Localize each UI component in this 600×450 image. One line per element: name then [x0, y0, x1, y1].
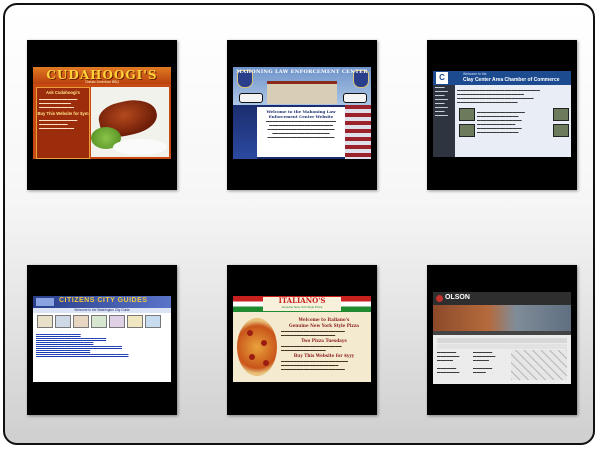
thumbnail-screenshot: ITALIANO'S Genuine New York Style Pizza …: [233, 296, 371, 382]
content-column: ▬▬▬▬▬▬ ▬▬▬▬▬▬▬ ▬▬▬▬▬ ▬▬▬▬▬▬ ▬▬▬▬: [473, 350, 513, 374]
thumbnail-screenshot: MAHONING LAW ENFORCEMENT CENTER Welcome …: [233, 67, 371, 159]
header-welcome: Welcome to the: [463, 72, 487, 76]
pepperoni: [261, 340, 267, 346]
category-icon: [37, 315, 53, 328]
category-icon: [55, 315, 71, 328]
building-photo: [433, 305, 571, 331]
left-stripe: [233, 105, 257, 159]
link-list: ▬▬▬▬▬▬▬▬▬▬▬▬▬▬ ▬▬▬▬▬▬▬▬▬▬▬▬▬▬▬▬▬▬▬▬▬▬ ▬▬▬▬…: [36, 332, 129, 356]
welcome-text: ▬▬▬▬▬▬▬▬▬▬▬▬▬▬▬▬▬▬▬▬▬▬ ▬▬▬▬▬▬▬▬▬▬▬▬▬▬▬▬▬▬…: [265, 119, 337, 139]
site-sidebar: Ask Cudahoogi's ▬▬▬▬▬▬▬▬▬▬▬▬ ▬▬▬▬▬▬▬▬▬▬ ▬▬…: [36, 87, 90, 159]
thumbnail-screenshot: OLSON ▬▬▬▬▬▬ ▬▬▬▬▬▬▬ ▬▬▬▬▬ ▬▬▬▬▬▬ ▬▬▬▬▬▬▬ ▬▬…: [433, 292, 571, 384]
pepperoni: [247, 330, 253, 336]
pepperoni: [249, 354, 255, 360]
police-car-image: [239, 93, 263, 103]
flag-image: [345, 105, 371, 159]
site-logo: ITALIANO'S Genuine New York Style Pizza: [263, 297, 341, 311]
pepperoni: [263, 360, 269, 366]
site-subtitle: Classic American BBQ: [84, 80, 120, 84]
site-title: CITIZENS CITY GUIDES: [59, 297, 148, 304]
site-title: ITALIANO'S: [278, 296, 326, 305]
website-thumbnail-olson[interactable]: OLSON ▬▬▬▬▬▬ ▬▬▬▬▬▬▬ ▬▬▬▬▬ ▬▬▬▬▬▬ ▬▬▬▬▬▬▬ ▬▬…: [427, 265, 577, 415]
website-thumbnail-citizens-city-guides[interactable]: CITIZENS CITY GUIDES Welcome to the Wash…: [27, 265, 177, 415]
thumbnail-screenshot: CITIZENS CITY GUIDES Welcome to the Wash…: [33, 296, 171, 382]
photo-thumb: [459, 124, 475, 137]
content-panel: Welcome to the Mahoning Law Enforcement …: [257, 107, 345, 157]
content-column: ▬▬▬▬▬▬ ▬▬▬▬▬▬▬ ▬▬▬▬▬ ▬▬▬▬▬▬ ▬▬▬▬▬▬▬: [437, 350, 477, 374]
column-text: ▬▬▬▬▬▬ ▬▬▬▬▬▬▬ ▬▬▬▬▬ ▬▬▬▬▬▬ ▬▬▬▬▬▬▬: [437, 350, 460, 374]
content-row: [437, 338, 567, 343]
chamber-logo-icon: C: [436, 72, 448, 84]
thumbnail-screenshot: C Welcome to the Clay Center Area Chambe…: [433, 71, 571, 157]
site-title: OLSON: [445, 294, 470, 301]
website-thumbnail-mahoning[interactable]: MAHONING LAW ENFORCEMENT CENTER Welcome …: [227, 40, 377, 190]
welcome-text: ▬▬▬▬▬▬▬▬▬▬▬▬▬▬▬▬▬▬▬▬ ▬▬▬▬▬▬▬▬▬▬▬▬▬▬▬▬▬: [281, 329, 345, 337]
building-image: [267, 81, 337, 104]
logo-icon: [436, 295, 443, 302]
sidebar-text: ▬▬▬▬▬▬▬▬▬▬▬▬ ▬▬▬▬▬▬▬▬▬▬ ▬▬▬▬▬▬▬▬▬▬▬: [39, 97, 78, 109]
site-header: C Welcome to the Clay Center Area Chambe…: [433, 71, 571, 85]
photo-thumb: [553, 124, 569, 137]
ribs-photo: [91, 87, 169, 157]
site-header: OLSON: [433, 292, 571, 305]
logo-icon: [36, 298, 54, 306]
welcome-subheading: Genuine New York Style Pizza: [289, 323, 359, 328]
promo-heading: Two Pizza Tuesdays: [301, 338, 347, 343]
pizza-photo: [237, 318, 277, 376]
police-car-image: [343, 93, 367, 103]
promo-text: ▬▬▬▬▬▬▬▬▬▬▬▬▬▬▬▬▬▬▬ ▬▬▬▬▬▬▬▬▬▬▬▬▬▬: [281, 344, 342, 352]
sidebar-heading-buy: Buy This Website for $ym: [37, 111, 89, 116]
column-text: ▬▬▬▬▬▬ ▬▬▬▬▬▬▬ ▬▬▬▬▬ ▬▬▬▬▬▬ ▬▬▬▬: [473, 350, 496, 374]
plate-image: [113, 139, 167, 155]
nav-bar: [433, 331, 571, 335]
website-thumbnail-italianos[interactable]: ITALIANO'S Genuine New York Style Pizza …: [227, 265, 377, 415]
site-subtitle: Genuine New York Style Pizza: [281, 305, 323, 309]
category-icon: [73, 315, 89, 328]
nav-links: ▬▬▬ ▬▬▬▬ ▬▬▬ ▬▬▬▬ ▬▬▬ ▬▬▬▬ ▬▬▬ ▬▬▬▬: [435, 85, 448, 117]
content-row: [437, 344, 567, 349]
body-text: ▬▬▬▬▬▬▬▬▬▬▬▬▬▬▬▬▬▬▬▬▬▬▬▬▬▬ ▬▬▬▬▬▬▬▬▬▬▬▬▬▬…: [457, 88, 540, 104]
site-links: ▬▬▬▬▬▬▬▬▬▬▬▬▬▬ ▬▬▬▬▬▬▬▬▬▬▬▬▬▬▬▬▬▬▬▬▬▬ ▬▬▬▬…: [36, 332, 168, 356]
photo-thumb: [459, 108, 475, 121]
thumbnail-screenshot: CUDAHOOGI'S Classic American BBQ Ask Cud…: [33, 67, 171, 159]
site-title: Clay Center Area Chamber of Commerce: [463, 77, 560, 83]
site-body: ▬▬▬▬▬▬▬▬▬▬▬▬▬▬▬▬▬▬▬▬▬▬▬▬▬▬ ▬▬▬▬▬▬▬▬▬▬▬▬▬▬…: [457, 88, 569, 154]
website-thumbnail-clay-center[interactable]: C Welcome to the Clay Center Area Chambe…: [427, 40, 577, 190]
buy-text: ▬▬▬▬▬▬▬▬▬▬▬▬▬▬▬▬▬▬▬▬▬ ▬▬▬▬▬▬▬▬▬▬▬▬▬▬▬▬▬▬ ▬…: [281, 359, 348, 371]
buy-heading: Buy This Website for $yyy: [293, 353, 355, 358]
welcome-heading: Welcome to Italiano's: [298, 317, 350, 322]
category-icon: [91, 315, 107, 328]
site-nav: ▬▬▬ ▬▬▬▬ ▬▬▬ ▬▬▬▬ ▬▬▬ ▬▬▬▬ ▬▬▬ ▬▬▬▬: [433, 85, 455, 157]
site-header: CITIZENS CITY GUIDES: [33, 296, 171, 308]
product-image: [511, 350, 567, 380]
content-text: Welcome to Italiano's Genuine New York S…: [281, 316, 367, 371]
photo-thumb: [553, 108, 569, 121]
category-icon: [127, 315, 143, 328]
welcome-heading: Welcome to the Mahoning Law Enforcement …: [266, 109, 336, 119]
category-icon: [145, 315, 161, 328]
category-icon: [109, 315, 125, 328]
website-thumbnail-cudahoogis[interactable]: CUDAHOOGI'S Classic American BBQ Ask Cud…: [27, 40, 177, 190]
sidebar-heading: Ask Cudahoogi's: [45, 90, 81, 95]
body-text-2: ▬▬▬▬▬▬▬▬▬▬▬▬▬▬▬ ▬▬▬▬▬▬▬▬▬▬▬▬▬ ▬▬▬▬▬▬▬▬▬▬▬▬…: [477, 110, 525, 134]
welcome-bar: Welcome to the Washington City Guide: [33, 308, 171, 313]
site-header: MAHONING LAW ENFORCEMENT CENTER: [236, 69, 368, 75]
sidebar-text-2: ▬▬▬▬▬▬▬▬▬▬▬▬ ▬▬▬▬▬▬▬▬▬ ▬▬▬▬▬▬▬▬▬▬▬: [39, 118, 78, 130]
gallery-frame: CUDAHOOGI'S Classic American BBQ Ask Cud…: [3, 3, 595, 445]
